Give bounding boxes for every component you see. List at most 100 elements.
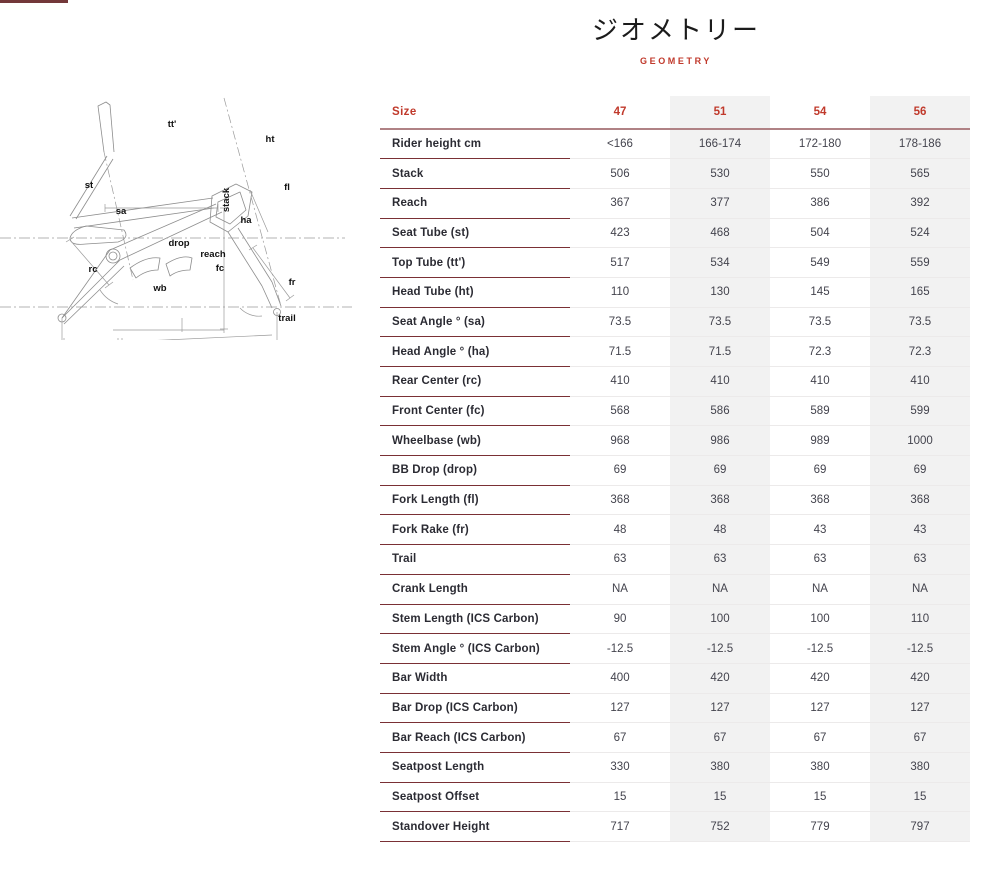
cell-54: 172-180	[770, 129, 870, 160]
table-row: Rider height cm <166 166-174 172-180 178-186	[380, 129, 970, 160]
cell-56: 559	[870, 247, 970, 278]
cell-47: 73.5	[570, 307, 670, 338]
row-label: Crank Length	[380, 574, 570, 605]
cell-54: 779	[770, 811, 870, 842]
diagram-label-rc: rc	[89, 264, 98, 275]
cell-54: 989	[770, 425, 870, 457]
row-label: Rear Center (rc)	[380, 366, 570, 397]
cell-54: 420	[770, 663, 870, 694]
cell-47: 71.5	[570, 336, 670, 367]
table-row: Fork Rake (fr) 48 48 43 43	[380, 514, 970, 546]
cell-51: 534	[670, 247, 770, 278]
table-row: Fork Length (fl) 368 368 368 368	[380, 485, 970, 516]
cell-51: 410	[670, 366, 770, 397]
cell-54: 72.3	[770, 336, 870, 367]
top-accent-bar	[0, 0, 68, 3]
cell-54: 380	[770, 752, 870, 783]
cell-56: 797	[870, 811, 970, 842]
cell-47: 423	[570, 218, 670, 249]
row-label: Stem Length (ICS Carbon)	[380, 604, 570, 635]
column-header-size: Size	[380, 96, 570, 130]
cell-51: NA	[670, 574, 770, 605]
cell-54: -12.5	[770, 633, 870, 664]
table-row: Seat Angle ° (sa) 73.5 73.5 73.5 73.5	[380, 307, 970, 338]
row-label: Stem Angle ° (ICS Carbon)	[380, 633, 570, 664]
cell-54: 386	[770, 188, 870, 219]
row-label: Seatpost Offset	[380, 782, 570, 813]
diagram-label-ht: ht	[266, 134, 276, 145]
row-label: Bar Drop (ICS Carbon)	[380, 693, 570, 724]
cell-56: 43	[870, 514, 970, 546]
cell-51: 71.5	[670, 336, 770, 367]
cell-51: 48	[670, 514, 770, 546]
cell-51: 130	[670, 277, 770, 308]
cell-51: 368	[670, 485, 770, 516]
table-header: Size 47 51 54 56	[380, 96, 970, 130]
cell-56: 420	[870, 663, 970, 694]
cell-54: 73.5	[770, 307, 870, 338]
table-row: Rear Center (rc) 410 410 410 410	[380, 366, 970, 397]
cell-47: 330	[570, 752, 670, 783]
cell-54: NA	[770, 574, 870, 605]
cell-47: 15	[570, 782, 670, 813]
cell-54: 63	[770, 544, 870, 575]
table-row: Seatpost Length 330 380 380 380	[380, 752, 970, 783]
diagram-label-stack: stack	[221, 187, 232, 212]
cell-47: NA	[570, 574, 670, 605]
cell-47: 517	[570, 247, 670, 278]
row-label: Top Tube (tt')	[380, 247, 570, 278]
table-row: Top Tube (tt') 517 534 549 559	[380, 247, 970, 278]
table-row: Bar Drop (ICS Carbon) 127 127 127 127	[380, 693, 970, 724]
cell-56: 110	[870, 604, 970, 635]
row-label: Bar Reach (ICS Carbon)	[380, 722, 570, 753]
row-label: Seat Angle ° (sa)	[380, 307, 570, 338]
cell-56: 69	[870, 455, 970, 486]
diagram-label-drop: drop	[168, 238, 189, 249]
diagram-label-reach: reach	[200, 249, 226, 260]
cell-56: 67	[870, 722, 970, 753]
table-row: Seat Tube (st) 423 468 504 524	[380, 218, 970, 249]
cell-47: 110	[570, 277, 670, 308]
diagram-label-st: st	[85, 180, 94, 191]
table-row: Bar Reach (ICS Carbon) 67 67 67 67	[380, 722, 970, 753]
row-label: Front Center (fc)	[380, 396, 570, 427]
geometry-content: ジオメトリー GEOMETRY Size 47 51 54 56 Rider h…	[380, 0, 980, 842]
cell-51: 73.5	[670, 307, 770, 338]
cell-47: 127	[570, 693, 670, 724]
cell-56: 178-186	[870, 129, 970, 160]
table-row: Bar Width 400 420 420 420	[380, 663, 970, 694]
diagram-label-ha: ha	[240, 215, 252, 226]
table-row: Stem Angle ° (ICS Carbon) -12.5 -12.5 -12.5…	[380, 633, 970, 664]
bicycle-frame-geometry-diagram: tt' ht st fl sa ha drop reach rc fc fr w…	[0, 80, 370, 340]
page-subtitle: GEOMETRY	[640, 55, 712, 66]
cell-56: 15	[870, 782, 970, 813]
row-label: Fork Length (fl)	[380, 485, 570, 516]
cell-47: -12.5	[570, 633, 670, 664]
cell-47: 717	[570, 811, 670, 842]
cell-54: 69	[770, 455, 870, 486]
row-label: Stack	[380, 158, 570, 189]
row-label: Head Tube (ht)	[380, 277, 570, 308]
cell-56: 368	[870, 485, 970, 516]
cell-54: 410	[770, 366, 870, 397]
cell-47: 506	[570, 158, 670, 189]
cell-51: 380	[670, 752, 770, 783]
table-row: Front Center (fc) 568 586 589 599	[380, 396, 970, 427]
cell-56: 410	[870, 366, 970, 397]
row-label: BB Drop (drop)	[380, 455, 570, 486]
cell-56: 63	[870, 544, 970, 575]
diagram-label-sa: sa	[116, 206, 127, 217]
table-row: Head Angle ° (ha) 71.5 71.5 72.3 72.3	[380, 336, 970, 367]
cell-51: 15	[670, 782, 770, 813]
cell-56: 392	[870, 188, 970, 219]
cell-51: 166-174	[670, 129, 770, 160]
cell-47: 90	[570, 604, 670, 635]
row-label: Fork Rake (fr)	[380, 514, 570, 546]
cell-54: 127	[770, 693, 870, 724]
table-row: Seatpost Offset 15 15 15 15	[380, 782, 970, 813]
row-label: Reach	[380, 188, 570, 219]
cell-56: NA	[870, 574, 970, 605]
table-row: Stack 506 530 550 565	[380, 158, 970, 189]
cell-56: 165	[870, 277, 970, 308]
row-label: Rider height cm	[380, 129, 570, 160]
